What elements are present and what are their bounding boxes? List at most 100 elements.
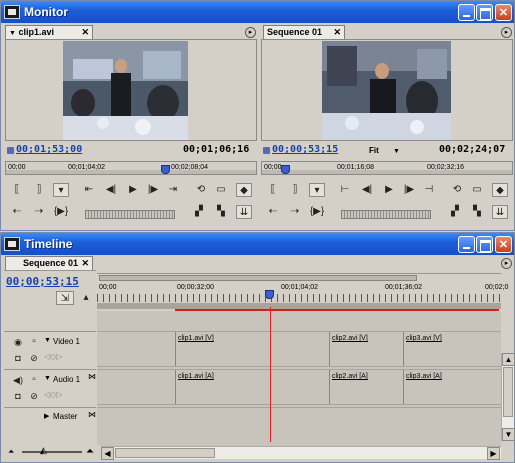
safe-margins-button[interactable]: ▭ — [469, 183, 485, 197]
goto-previous-marker-button[interactable]: ⇠ — [9, 205, 25, 219]
set-out-point-button[interactable]: ⟧ — [287, 183, 303, 197]
zoom-slider-track[interactable] — [22, 451, 82, 453]
extract-button[interactable]: ▚ — [469, 205, 485, 219]
minimize-button[interactable] — [458, 4, 475, 21]
video-track-lane[interactable]: clip1.avi [V] clip2.avi [V] clip3.avi [V… — [97, 331, 501, 367]
tab-program-sequence[interactable]: Sequence 01 ✕ — [263, 25, 345, 39]
close-button[interactable] — [495, 236, 512, 253]
timeline-current-timecode[interactable]: 00;00;53;15 — [6, 275, 79, 288]
program-time-ruler[interactable]: 00;00 00;01;16;08 00;02;32;16 — [261, 161, 513, 175]
goto-out-button[interactable]: ⇥ — [165, 183, 181, 197]
tab-dropdown-icon[interactable]: ▼ — [9, 30, 16, 37]
close-button[interactable] — [495, 4, 512, 21]
source-current-timecode[interactable]: 00;01;53;00 — [16, 144, 82, 155]
play-button[interactable]: ▶ — [125, 183, 141, 197]
step-back-button[interactable]: ◀| — [359, 183, 375, 197]
timecode-toggle-icon[interactable] — [7, 147, 14, 154]
play-button[interactable]: ▶ — [381, 183, 397, 197]
display-style-icon[interactable]: ◘ — [10, 389, 26, 403]
overlay-button[interactable]: ▚ — [213, 205, 229, 219]
zoom-select[interactable]: Fit ▼ — [369, 146, 400, 155]
work-area-bar[interactable] — [99, 275, 417, 281]
lift-button[interactable]: ▞ — [447, 205, 463, 219]
master-track-lane[interactable] — [97, 407, 501, 425]
set-marker-button[interactable]: ▾ — [53, 183, 69, 197]
clip-label[interactable]: clip1.avi [A] — [178, 373, 214, 380]
zoom-in-icon[interactable]: ⏶ — [86, 446, 94, 457]
audio-track-lane[interactable]: clip1.avi [A] clip2.avi [A] clip3.avi [A… — [97, 369, 501, 405]
horizontal-scrollbar[interactable]: ◀ ▶ — [101, 446, 501, 460]
loop-button[interactable]: ⟲ — [449, 183, 465, 197]
expand-triangle-icon[interactable]: ▼ — [44, 337, 51, 344]
keyframe-nav-icon[interactable]: ◁◇▷ — [44, 390, 62, 399]
goto-next-edit-button[interactable]: ⊣ — [421, 183, 437, 197]
keyframe-toggle-icon[interactable]: ⊘ — [26, 389, 42, 403]
source-playhead[interactable] — [161, 165, 170, 174]
panel-menu-icon[interactable]: ▸ — [245, 27, 256, 38]
scroll-right-button[interactable]: ▶ — [487, 447, 500, 460]
zoom-out-icon[interactable]: ⏶ — [8, 447, 14, 457]
goto-in-button[interactable]: ⇤ — [81, 183, 97, 197]
clip-label[interactable]: clip3.avi [A] — [406, 373, 442, 380]
goto-next-marker-button[interactable]: ⇢ — [287, 205, 303, 219]
jog-shuttle[interactable] — [85, 210, 175, 219]
insert-button[interactable]: ▞ — [191, 205, 207, 219]
expand-triangle-icon[interactable]: ▶ — [44, 412, 49, 420]
set-out-point-button[interactable]: ⟧ — [31, 183, 47, 197]
maximize-button[interactable] — [476, 4, 493, 21]
source-time-ruler[interactable]: 00;00 00;01;04;02 00;02;08;04 — [5, 161, 257, 175]
eye-icon[interactable]: ◉ — [10, 335, 26, 349]
display-style-icon[interactable]: ◘ — [10, 351, 26, 365]
clip-label[interactable]: clip3.avi [V] — [406, 335, 442, 342]
step-back-button[interactable]: ◀| — [103, 183, 119, 197]
scroll-down-button[interactable]: ▼ — [502, 428, 515, 441]
scroll-thumb[interactable] — [503, 367, 513, 417]
scroll-up-button[interactable]: ▲ — [502, 353, 515, 366]
vertical-scrollbar[interactable]: ▲ ▼ — [501, 353, 515, 441]
tab-sequence[interactable]: Sequence 01 ✕ — [5, 256, 93, 270]
close-tab-icon[interactable]: ✕ — [81, 26, 89, 39]
zoom-slider-thumb[interactable]: ◭ — [40, 445, 47, 456]
speaker-icon[interactable]: ◀) — [10, 373, 26, 387]
loop-button[interactable]: ⟲ — [193, 183, 209, 197]
timeline-titlebar[interactable]: Timeline — [1, 233, 514, 255]
keyframe-nav-icon[interactable]: ◁◇▷ — [44, 352, 62, 361]
timeline-ruler[interactable]: 00;00 00;00;32;00 00;01;04;02 00;01;36;0… — [97, 273, 508, 311]
clip-label[interactable]: clip2.avi [A] — [332, 373, 368, 380]
step-forward-button[interactable]: |▶ — [401, 183, 417, 197]
clip-label[interactable]: clip2.avi [V] — [332, 335, 368, 342]
goto-next-marker-button[interactable]: ⇢ — [31, 205, 47, 219]
panel-menu-icon[interactable]: ▸ — [501, 27, 512, 38]
lock-icon[interactable]: ▫ — [26, 335, 42, 349]
toggle-take-button[interactable]: ⇊ — [236, 205, 252, 219]
expand-triangle-icon[interactable]: ▼ — [44, 375, 51, 382]
play-in-to-out-button[interactable]: {▶} — [53, 205, 69, 219]
monitor-titlebar[interactable]: Monitor — [1, 1, 514, 23]
panel-menu-icon[interactable]: ▸ — [501, 258, 512, 269]
minimize-button[interactable] — [458, 236, 475, 253]
trim-button[interactable]: ⇊ — [492, 205, 508, 219]
timecode-toggle-icon[interactable] — [263, 147, 270, 154]
set-marker-button[interactable]: ▾ — [309, 183, 325, 197]
lock-icon[interactable]: ▫ — [26, 373, 42, 387]
output-button[interactable]: ◆ — [492, 183, 508, 197]
goto-previous-marker-button[interactable]: ⇠ — [265, 205, 281, 219]
timeline-track-area[interactable]: clip1.avi [V] clip2.avi [V] clip3.avi [V… — [97, 307, 501, 446]
clip-label[interactable]: clip1.avi [V] — [178, 335, 214, 342]
scroll-thumb[interactable] — [115, 448, 215, 458]
play-in-to-out-button[interactable]: {▶} — [309, 205, 325, 219]
output-button[interactable]: ◆ — [236, 183, 252, 197]
set-in-point-button[interactable]: ⟦ — [265, 183, 281, 197]
close-tab-icon[interactable]: ✕ — [81, 257, 89, 270]
step-forward-button[interactable]: |▶ — [145, 183, 161, 197]
tab-source-clip[interactable]: ▼ clip1.avi ✕ — [5, 25, 93, 39]
set-marker-icon[interactable]: ▴ — [78, 291, 94, 305]
set-in-point-button[interactable]: ⟦ — [9, 183, 25, 197]
safe-margins-button[interactable]: ▭ — [213, 183, 229, 197]
keyframe-toggle-icon[interactable]: ⊘ — [26, 351, 42, 365]
jog-shuttle[interactable] — [341, 210, 431, 219]
goto-previous-edit-button[interactable]: ⊢ — [337, 183, 353, 197]
close-tab-icon[interactable]: ✕ — [333, 26, 341, 39]
program-playhead[interactable] — [281, 165, 290, 174]
maximize-button[interactable] — [476, 236, 493, 253]
